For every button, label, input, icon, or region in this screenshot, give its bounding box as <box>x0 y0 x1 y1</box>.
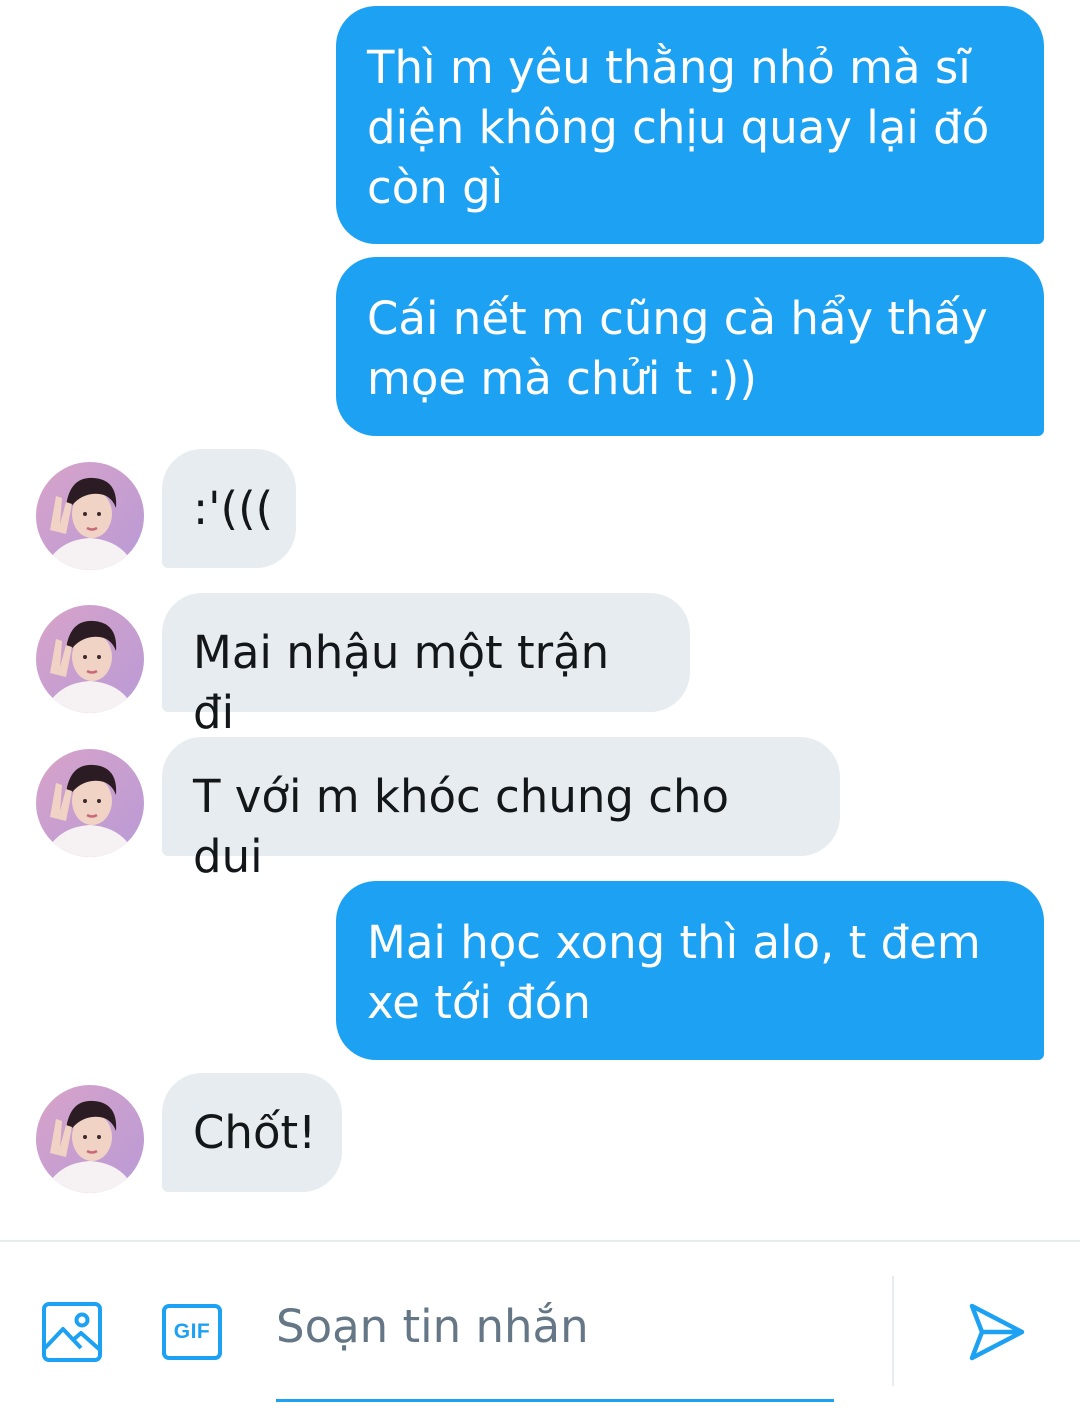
send-icon <box>969 1303 1025 1361</box>
send-button[interactable] <box>958 1294 1034 1370</box>
conversation-thread: Thì m yêu thằng nhỏ mà sĩ diện không chị… <box>0 0 1080 1240</box>
image-icon <box>42 1302 102 1362</box>
input-underline <box>276 1399 834 1402</box>
message-input[interactable] <box>276 1286 834 1366</box>
message-bubble-incoming: :'((( <box>162 449 296 568</box>
avatar[interactable] <box>36 1085 144 1193</box>
message-bubble-incoming: T với m khóc chung cho dui <box>162 737 840 883</box>
avatar[interactable] <box>36 462 144 570</box>
avatar[interactable] <box>36 605 144 713</box>
gif-icon: GIF <box>162 1304 222 1360</box>
message-bubble-incoming: Mai nhậu một trận đi <box>162 593 690 739</box>
gif-button[interactable]: GIF <box>158 1299 226 1365</box>
avatar[interactable] <box>36 749 144 857</box>
message-bubble-incoming: Chốt! <box>162 1073 342 1192</box>
message-bubble-outgoing: Cái nết m cũng cà hẩy thấy mọe mà chửi t… <box>336 257 1044 436</box>
message-composer: GIF <box>0 1240 1080 1408</box>
composer-divider <box>892 1276 894 1386</box>
message-bubble-outgoing: Mai học xong thì alo, t đem xe tới đón <box>336 881 1044 1060</box>
message-bubble-outgoing: Thì m yêu thằng nhỏ mà sĩ diện không chị… <box>336 6 1044 244</box>
add-media-button[interactable] <box>36 1296 108 1368</box>
